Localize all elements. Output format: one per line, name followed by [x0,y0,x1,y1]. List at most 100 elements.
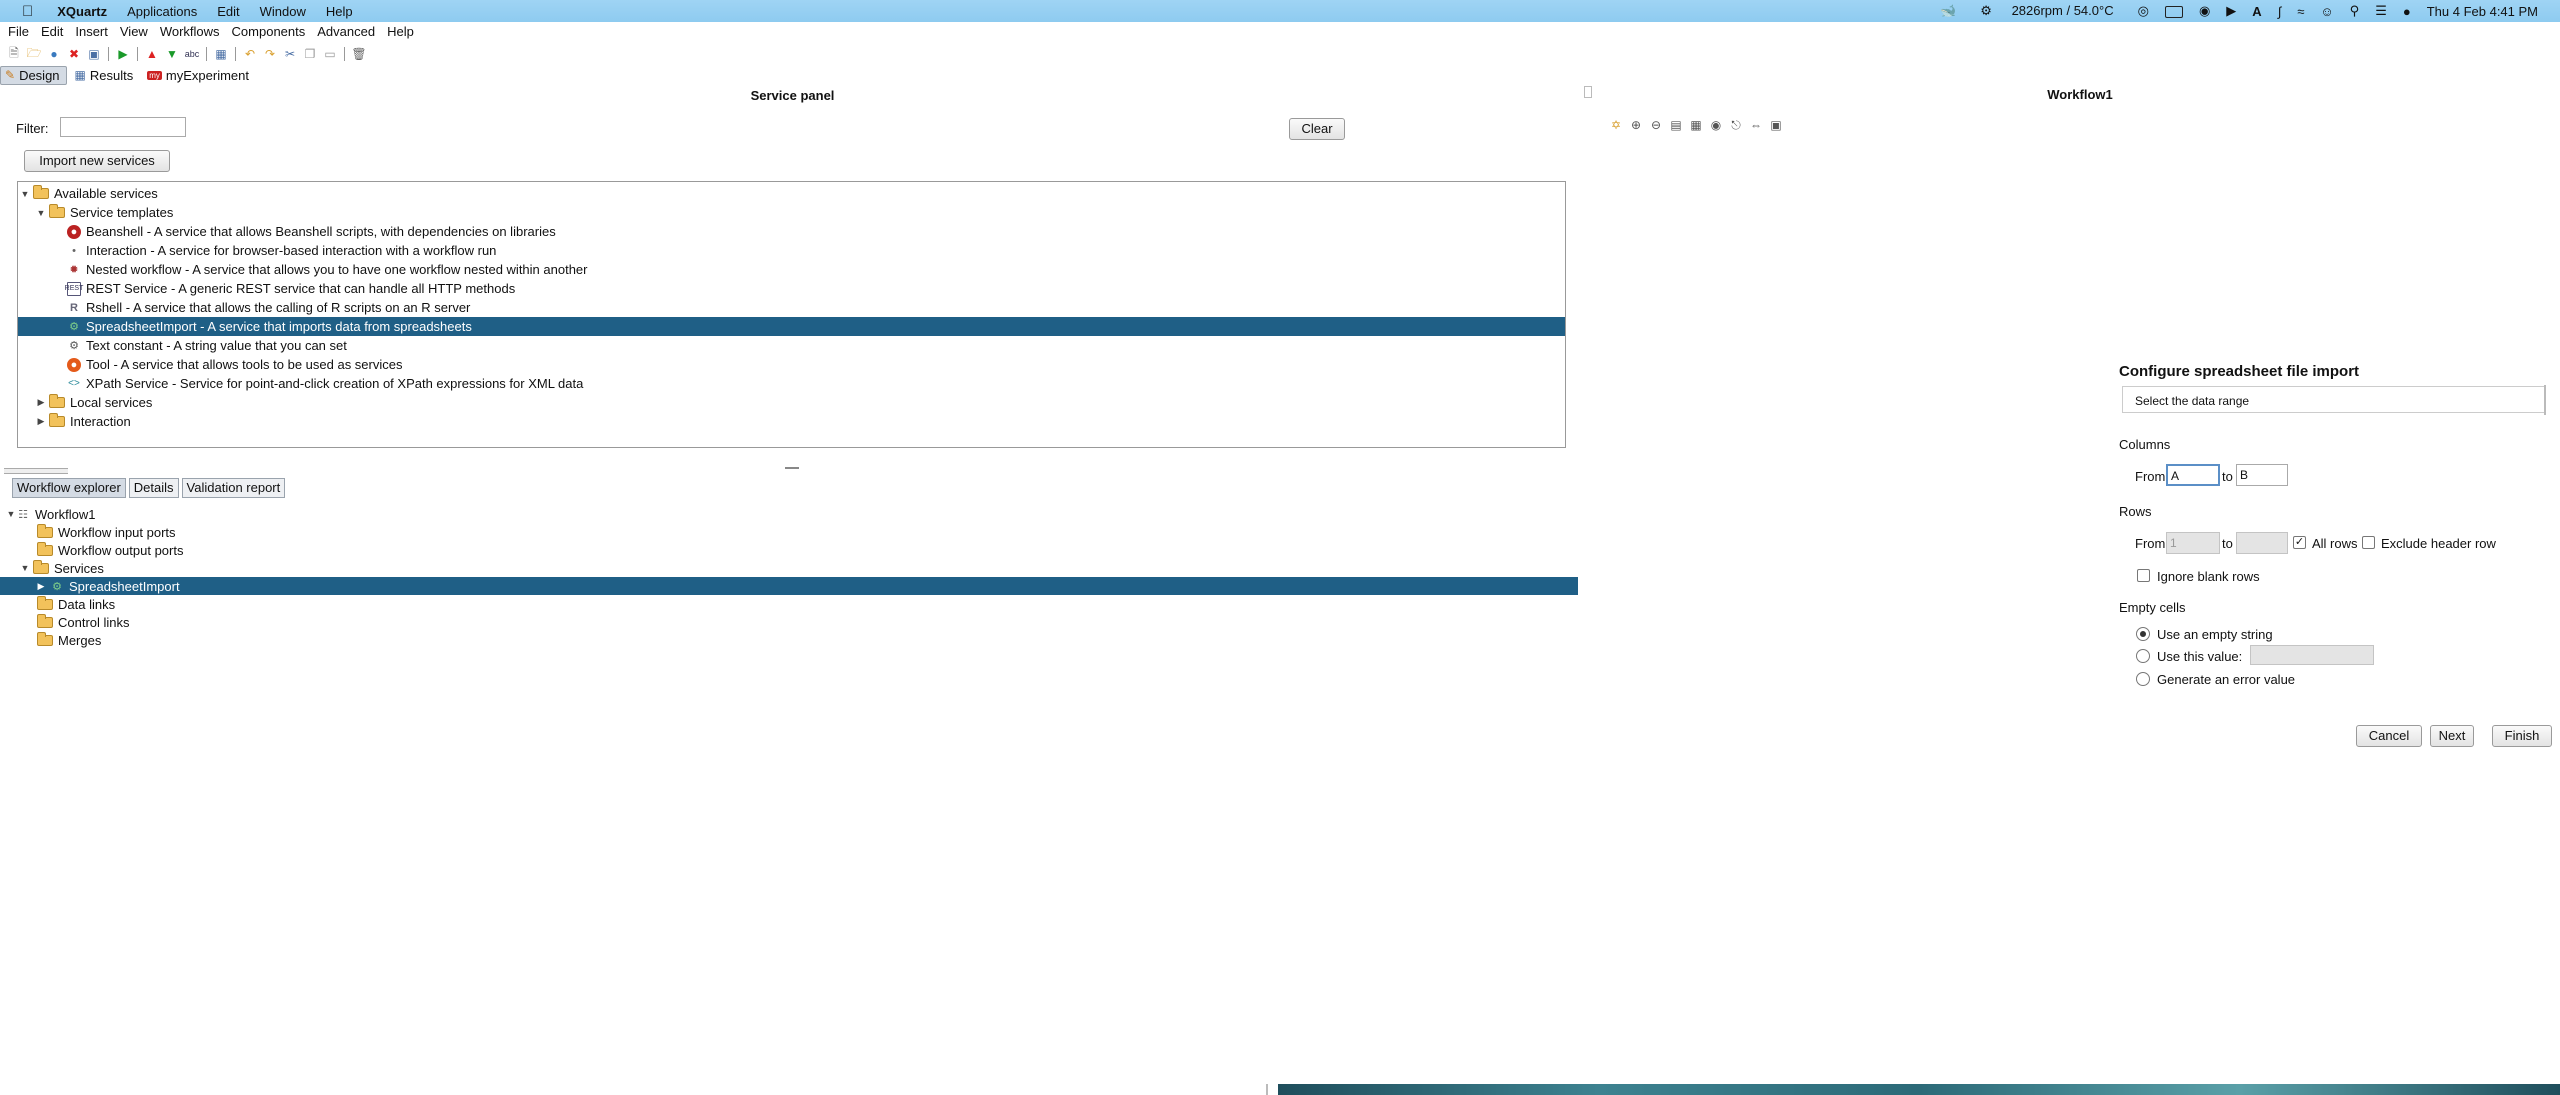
service-item-tool[interactable]: ● Tool - A service that allows tools to … [18,355,1565,374]
zoom-fit-icon[interactable]: ✡ [1608,117,1624,133]
save-diagram-icon[interactable]: ▣ [1768,117,1784,133]
tree-node-workflow1[interactable]: ▼ ☷ Workflow1 [0,505,1582,523]
chevron-down-icon[interactable]: ▼ [36,208,46,218]
tree-node-spreadsheetimport[interactable]: ▶ ⚙ SpreadsheetImport [0,577,1578,595]
user-icon[interactable]: ☺ [2312,4,2341,19]
siri-icon[interactable]: ● [2395,4,2419,19]
app-name-menu[interactable]: XQuartz [47,4,117,19]
port-display-icon[interactable]: ▤ [1668,117,1684,133]
input-source-icon[interactable]: A [2244,4,2269,19]
ignore-blank-checkbox[interactable] [2137,569,2150,582]
zoom-in-icon[interactable]: ⊕ [1628,117,1644,133]
run-icon[interactable]: ▶ [116,47,130,61]
tree-node-service-templates[interactable]: ▼ Service templates [18,203,1565,222]
tree-node-input-ports[interactable]: Workflow input ports [0,523,1582,541]
globe-icon[interactable]: ◎ [2130,3,2157,19]
clock[interactable]: Thu 4 Feb 4:41 PM [2419,4,2546,19]
menu-advanced[interactable]: Advanced [309,24,379,42]
panel-resize-handle[interactable] [1584,86,1592,98]
display-icon[interactable] [2157,4,2191,19]
horizontal-align-icon[interactable]: ⇔ [1748,117,1764,133]
menu-workflows[interactable]: Workflows [152,24,224,42]
mac-menu-edit[interactable]: Edit [207,4,249,19]
new-workflow-icon[interactable]: 🗎 [7,46,21,61]
redo-icon[interactable]: ↷ [263,47,277,61]
tab-results[interactable]: ▦ Results [71,67,140,84]
control-center-icon[interactable]: ☰ [2367,3,2395,19]
service-item-rest[interactable]: REST REST Service - A generic REST servi… [18,279,1565,298]
cut-icon[interactable]: ✂ [283,47,297,61]
tree-node-interaction[interactable]: ▶ Interaction [18,412,1565,431]
tab-myexperiment[interactable]: my myExperiment [143,67,255,84]
close-workflow-icon[interactable]: ✖ [67,47,81,61]
next-button[interactable]: Next [2430,725,2474,747]
error-value-radio[interactable] [2136,672,2150,686]
spotlight-icon[interactable]: ⚲ [2342,3,2368,19]
exclude-header-checkbox[interactable] [2362,536,2375,549]
filter-input[interactable] [60,117,186,137]
undo-icon[interactable]: ↶ [243,47,257,61]
mac-menu-applications[interactable]: Applications [117,4,207,19]
service-item-interaction[interactable]: • Interaction - A service for browser-ba… [18,241,1565,260]
service-item-beanshell[interactable]: ● Beanshell - A service that allows Bean… [18,222,1565,241]
menu-insert[interactable]: Insert [67,24,112,42]
row-from-input[interactable]: 1 [2166,532,2220,554]
tree-node-services[interactable]: ▼ Services [0,559,1582,577]
finish-button[interactable]: Finish [2492,725,2552,747]
bluetooth-icon[interactable]: ∫ [2270,4,2290,19]
tree-node-data-links[interactable]: Data links [0,595,1582,613]
tab-design[interactable]: ✎ Design [0,65,67,85]
clear-button[interactable]: Clear [1289,118,1345,140]
delete-icon[interactable]: 🗑 [351,47,366,61]
service-item-rshell[interactable]: R Rshell - A service that allows the cal… [18,298,1565,317]
collapse-handle[interactable] [4,468,68,474]
tree-node-local-services[interactable]: ▶ Local services [18,393,1565,412]
fan-status[interactable]: ⚙ 2826rpm / 54.0°C [1964,3,2129,19]
zoom-out-icon[interactable]: ⊖ [1648,117,1664,133]
menu-edit[interactable]: Edit [33,24,67,42]
tree-node-available-services[interactable]: ▼ Available services [18,184,1565,203]
diagram-icon[interactable]: ▦ [214,47,228,61]
chevron-right-icon[interactable]: ▶ [36,416,46,427]
grid-icon[interactable]: ▦ [1688,117,1704,133]
use-value-radio[interactable] [2136,649,2150,663]
play-icon[interactable]: ▶ [2218,3,2244,19]
cancel-button[interactable]: Cancel [2356,725,2422,747]
import-services-button[interactable]: Import new services [24,150,170,172]
menu-components[interactable]: Components [224,24,310,42]
row-to-input[interactable] [2236,532,2288,554]
chevron-down-icon[interactable]: ▼ [20,563,30,573]
vertical-align-icon[interactable]: ⎋ [1728,117,1744,133]
service-item-nested-workflow[interactable]: ✹ Nested workflow - A service that allow… [18,260,1565,279]
open-workflow-icon[interactable]: 🗁 [27,46,42,61]
move-down-icon[interactable]: ▼ [165,47,179,61]
paste-icon[interactable]: ▭ [323,47,337,61]
column-from-input[interactable]: A [2166,464,2220,486]
blob-view-icon[interactable]: ◉ [1708,117,1724,133]
open-url-icon[interactable]: ● [47,47,61,61]
chevron-down-icon[interactable]: ▼ [20,189,30,199]
empty-string-radio[interactable] [2136,627,2150,641]
chevron-down-icon[interactable]: ▼ [6,509,16,519]
save-icon[interactable]: ▣ [87,47,101,61]
tree-node-output-ports[interactable]: Workflow output ports [0,541,1582,559]
mac-menu-help[interactable]: Help [316,4,363,19]
copy-icon[interactable]: ❐ [303,47,317,61]
spell-check-icon[interactable]: abc [185,47,200,61]
split-pane-divider[interactable] [785,467,799,469]
tree-node-merges[interactable]: Merges [0,631,1582,649]
move-up-icon[interactable]: ▲ [145,47,159,61]
use-value-input[interactable] [2250,645,2374,665]
record-icon[interactable]: ◉ [2191,3,2218,19]
tab-workflow-explorer[interactable]: Workflow explorer [12,478,126,498]
service-item-xpath[interactable]: <> XPath Service - Service for point-and… [18,374,1565,393]
menu-file[interactable]: File [0,24,33,42]
menu-view[interactable]: View [112,24,152,42]
docker-icon[interactable]: 🐋 [1932,3,1964,19]
apple-menu-icon[interactable]:  [0,3,47,20]
service-item-text-constant[interactable]: ⚙ Text constant - A string value that yo… [18,336,1565,355]
chevron-right-icon[interactable]: ▶ [36,581,46,592]
tab-validation-report[interactable]: Validation report [181,478,286,498]
tree-node-control-links[interactable]: Control links [0,613,1582,631]
tab-details[interactable]: Details [128,478,179,498]
